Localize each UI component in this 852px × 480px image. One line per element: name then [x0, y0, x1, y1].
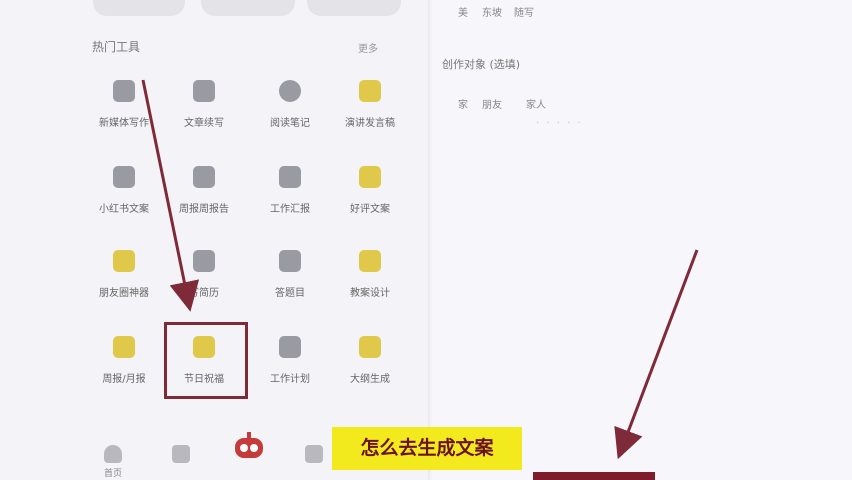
nav-home-label: 首页	[103, 469, 122, 479]
doc-icon	[172, 445, 190, 463]
annotation-banner: 怎么去生成文案	[332, 427, 522, 470]
nav-grid[interactable]	[294, 445, 334, 466]
arrow-right	[614, 249, 699, 460]
nav-home[interactable]: 首页	[93, 445, 133, 479]
arrow-left	[141, 79, 200, 312]
bottom-highlight-bar	[533, 472, 655, 480]
nav-doc[interactable]	[161, 445, 201, 466]
grid-icon	[305, 445, 323, 463]
home-icon	[104, 445, 122, 463]
annotation-arrows	[141, 79, 699, 460]
robot-icon[interactable]	[231, 432, 267, 462]
